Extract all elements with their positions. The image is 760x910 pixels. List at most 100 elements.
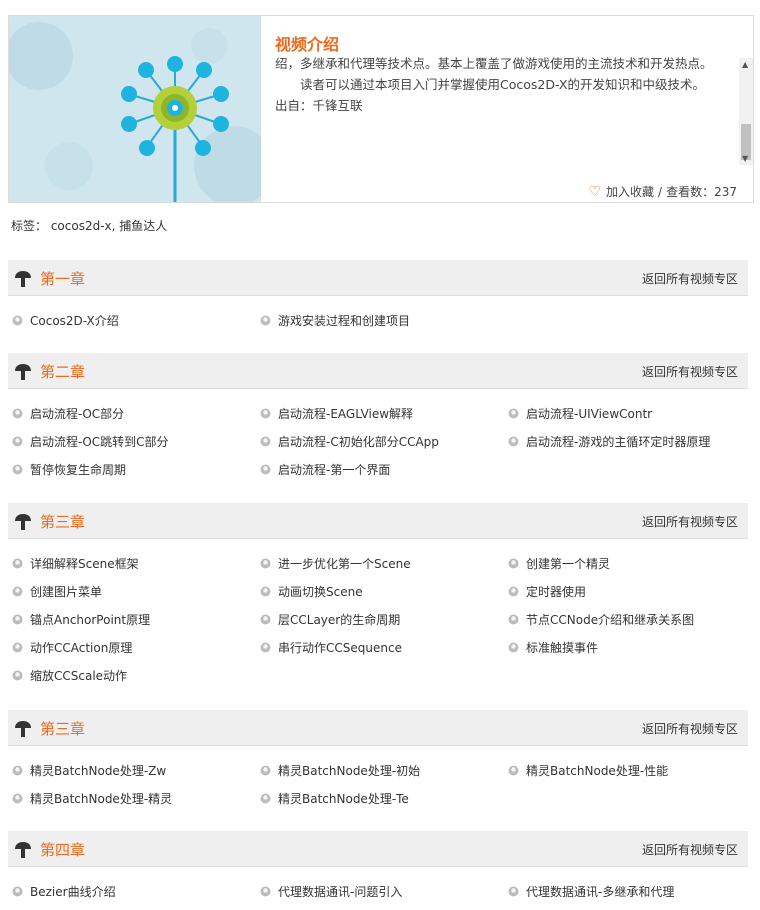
mushroom-icon xyxy=(15,364,31,380)
lesson-title: 启动流程-EAGLView解释 xyxy=(278,407,414,421)
intro-paragraph: 绍，多继承和代理等技术点。基本上覆盖了做游戏使用的主流技术和开发热点。 xyxy=(275,56,713,71)
lesson-title: 游戏安装过程和创建项目 xyxy=(278,314,411,328)
bullet-dot-icon xyxy=(260,614,271,625)
video-thumbnail[interactable] xyxy=(9,16,261,202)
lesson-link[interactable]: 启动流程-OC部分 xyxy=(8,405,256,433)
intro-meta: ♡ 加入收藏 / 查看数：237 xyxy=(588,183,737,200)
lesson-title: 标准触摸事件 xyxy=(526,641,599,655)
lesson-link[interactable]: 精灵BatchNode处理-Zw xyxy=(8,762,256,790)
bullet-dot-icon xyxy=(12,793,23,804)
chapter-section: 第四章 返回所有视频专区 Bezier曲线介绍 代理数据通讯-问题引入 代理数据通讯-多… xyxy=(8,831,748,910)
lesson-link[interactable]: 游戏安装过程和创建项目 xyxy=(256,312,504,340)
mushroom-icon xyxy=(15,721,31,737)
bullet-dot-icon xyxy=(260,315,271,326)
mushroom-icon xyxy=(15,271,31,287)
lesson-title: 层CCLayer的生命周期 xyxy=(278,613,401,627)
lesson-link[interactable]: 动画切换Scene xyxy=(256,583,504,611)
chapter-title: 第二章 xyxy=(40,363,86,381)
lesson-link[interactable]: 启动流程-C初始化部分CCApp xyxy=(256,433,504,461)
chapter-title: 第一章 xyxy=(40,270,86,288)
chapter-title: 第三章 xyxy=(40,513,86,531)
lesson-title: 定时器使用 xyxy=(526,585,587,599)
lesson-title: 锚点AnchorPoint原理 xyxy=(30,613,151,627)
bullet-dot-icon xyxy=(12,558,23,569)
bullet-dot-icon xyxy=(260,436,271,447)
chapter-section: 第一章 返回所有视频专区 Cocos2D-X介绍 游戏安装过程和创建项目 xyxy=(8,260,748,340)
bullet-dot-icon xyxy=(508,765,519,776)
lesson-link[interactable]: 启动流程-游戏的主循环定时器原理 xyxy=(504,433,748,461)
bullet-dot-icon xyxy=(508,642,519,653)
scroll-up-arrow-icon[interactable]: ▲ xyxy=(742,60,748,69)
chapter-header: 第二章 返回所有视频专区 xyxy=(8,353,748,389)
lesson-link[interactable]: 精灵BatchNode处理-性能 xyxy=(504,762,748,790)
tags-line: 标签： cocos2d-x, 捕鱼达人 xyxy=(11,219,168,233)
intro-scrollbar[interactable]: ▲ ▼ xyxy=(739,58,753,165)
lesson-link[interactable]: Cocos2D-X介绍 xyxy=(8,312,256,340)
lesson-link[interactable]: 精灵BatchNode处理-精灵 xyxy=(8,790,256,818)
lesson-link[interactable]: 代理数据通讯-问题引入 xyxy=(256,883,504,910)
lesson-title: 启动流程-C初始化部分CCApp xyxy=(278,435,439,449)
lesson-list: 详细解释Scene框架 进一步优化第一个Scene 创建第一个精灵创建图片菜单 动画切… xyxy=(8,539,748,695)
lesson-link[interactable]: 创建第一个精灵 xyxy=(504,555,748,583)
lesson-link[interactable]: 启动流程-UIViewContr xyxy=(504,405,748,433)
lesson-link[interactable]: 缩放CCScale动作 xyxy=(8,667,256,695)
lesson-link[interactable]: 启动流程-OC跳转到C部分 xyxy=(8,433,256,461)
back-to-all-videos-link[interactable]: 返回所有视频专区 xyxy=(642,513,738,530)
lesson-link[interactable]: 进一步优化第一个Scene xyxy=(256,555,504,583)
lesson-title: 启动流程-OC跳转到C部分 xyxy=(30,435,169,449)
lesson-link[interactable]: 串行动作CCSequence xyxy=(256,639,504,667)
video-intro-panel: 视频介绍 绍，多继承和代理等技术点。基本上覆盖了做游戏使用的主流技术和开发热点。… xyxy=(8,15,754,203)
lesson-link[interactable]: Bezier曲线介绍 xyxy=(8,883,256,910)
intro-source: 出自：千锋互联 xyxy=(275,98,363,113)
lesson-title: 代理数据通讯-多继承和代理 xyxy=(526,885,675,899)
mushroom-icon xyxy=(15,842,31,858)
lesson-title: 节点CCNode介绍和继承关系图 xyxy=(526,613,695,627)
mushroom-icon xyxy=(15,514,31,530)
lesson-title: 串行动作CCSequence xyxy=(278,641,402,655)
lesson-link[interactable]: 节点CCNode介绍和继承关系图 xyxy=(504,611,748,639)
lesson-title: 暂停恢复生命周期 xyxy=(30,463,127,477)
lesson-title: 启动流程-UIViewContr xyxy=(526,407,653,421)
lesson-title: Bezier曲线介绍 xyxy=(30,885,116,899)
bullet-dot-icon xyxy=(12,670,23,681)
lesson-link[interactable]: 层CCLayer的生命周期 xyxy=(256,611,504,639)
lesson-link[interactable]: 暂停恢复生命周期 xyxy=(8,461,256,489)
lesson-link[interactable]: 动作CCAction原理 xyxy=(8,639,256,667)
lesson-link[interactable]: 启动流程-第一个界面 xyxy=(256,461,504,489)
bullet-dot-icon xyxy=(12,464,23,475)
intro-description[interactable]: 绍，多继承和代理等技术点。基本上覆盖了做游戏使用的主流技术和开发热点。 读者可以… xyxy=(275,53,739,165)
bullet-dot-icon xyxy=(260,558,271,569)
lesson-link[interactable]: 创建图片菜单 xyxy=(8,583,256,611)
lesson-title: 精灵BatchNode处理-Te xyxy=(278,792,409,806)
chapter-header: 第三章 返回所有视频专区 xyxy=(8,503,748,539)
lesson-link[interactable]: 定时器使用 xyxy=(504,583,748,611)
lesson-title: 精灵BatchNode处理-精灵 xyxy=(30,792,173,806)
bullet-dot-icon xyxy=(508,886,519,897)
lesson-link[interactable]: 锚点AnchorPoint原理 xyxy=(8,611,256,639)
bullet-dot-icon xyxy=(508,614,519,625)
bullet-dot-icon xyxy=(12,614,23,625)
lesson-link[interactable]: 代理数据通讯-多继承和代理 xyxy=(504,883,748,910)
favorite-link[interactable]: 加入收藏 xyxy=(606,183,654,200)
lesson-title: 动画切换Scene xyxy=(278,585,363,599)
heart-icon[interactable]: ♡ xyxy=(588,184,601,200)
chapter-header: 第一章 返回所有视频专区 xyxy=(8,260,748,296)
chapter-section: 第三章 返回所有视频专区 精灵BatchNode处理-Zw 精灵BatchNode处理… xyxy=(8,710,748,818)
bullet-dot-icon xyxy=(260,586,271,597)
lesson-link[interactable]: 精灵BatchNode处理-初始 xyxy=(256,762,504,790)
lesson-link[interactable]: 详细解释Scene框架 xyxy=(8,555,256,583)
back-to-all-videos-link[interactable]: 返回所有视频专区 xyxy=(642,270,738,287)
back-to-all-videos-link[interactable]: 返回所有视频专区 xyxy=(642,720,738,737)
lesson-list: Bezier曲线介绍 代理数据通讯-问题引入 代理数据通讯-多继承和代理 xyxy=(8,867,748,910)
lesson-title: 启动流程-游戏的主循环定时器原理 xyxy=(526,435,711,449)
bullet-dot-icon xyxy=(12,408,23,419)
bullet-dot-icon xyxy=(508,586,519,597)
back-to-all-videos-link[interactable]: 返回所有视频专区 xyxy=(642,363,738,380)
bullet-dot-icon xyxy=(12,765,23,776)
lesson-title: 启动流程-OC部分 xyxy=(30,407,125,421)
lesson-link[interactable]: 精灵BatchNode处理-Te xyxy=(256,790,504,818)
lesson-link[interactable]: 标准触摸事件 xyxy=(504,639,748,667)
scroll-down-arrow-icon[interactable]: ▼ xyxy=(742,154,748,163)
back-to-all-videos-link[interactable]: 返回所有视频专区 xyxy=(642,841,738,858)
lesson-link[interactable]: 启动流程-EAGLView解释 xyxy=(256,405,504,433)
